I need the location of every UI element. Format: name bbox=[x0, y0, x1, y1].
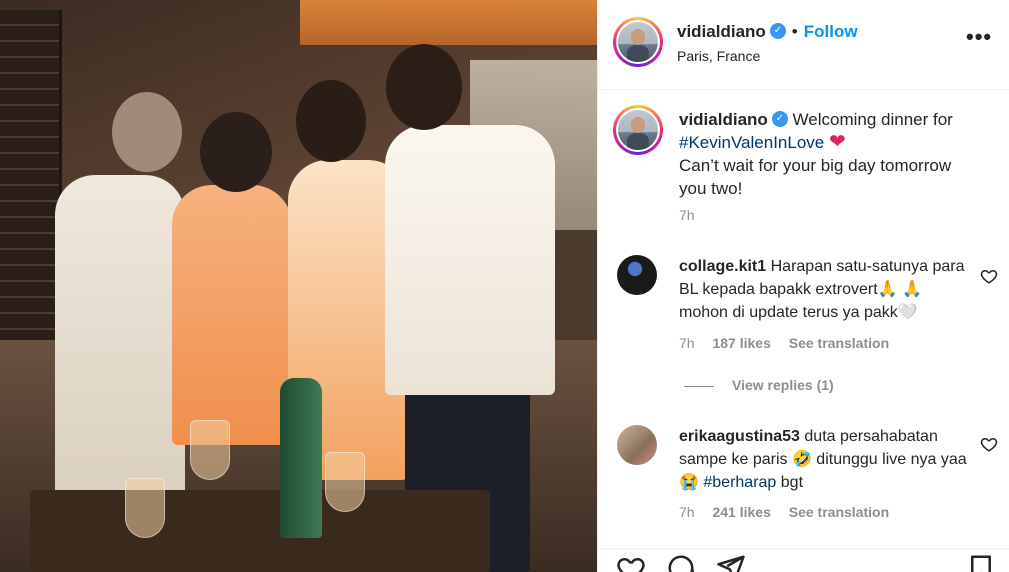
comment-time: 7h bbox=[679, 335, 695, 351]
caption-avatar[interactable] bbox=[613, 105, 663, 155]
comment-avatar[interactable] bbox=[617, 425, 657, 465]
replies-divider bbox=[684, 385, 714, 387]
view-replies-label: View replies (1) bbox=[732, 377, 834, 393]
photo-table bbox=[30, 490, 490, 572]
photo-glass bbox=[190, 420, 230, 480]
photo-head-4 bbox=[386, 44, 462, 130]
photo-ceiling-light bbox=[300, 0, 597, 45]
photo-head-2 bbox=[200, 112, 272, 192]
verified-badge-icon: ✓ bbox=[771, 110, 788, 127]
comment-username[interactable]: collage.kit1 bbox=[679, 258, 766, 275]
author-avatar[interactable] bbox=[613, 17, 663, 67]
comment-text-line-2: bgt bbox=[780, 474, 804, 491]
photo-person-1 bbox=[55, 175, 185, 535]
caption-text: vidialdiano ✓ Welcoming dinner for #Kevin… bbox=[679, 108, 979, 200]
comment-hashtag[interactable]: #berharap bbox=[703, 474, 776, 491]
post-location[interactable]: Paris, France bbox=[677, 48, 760, 64]
see-translation-link[interactable]: See translation bbox=[789, 335, 889, 351]
follow-button[interactable]: Follow bbox=[804, 22, 858, 41]
comment-username[interactable]: erikaagustina53 bbox=[679, 428, 800, 445]
photo-glass bbox=[125, 478, 165, 538]
photo-glass bbox=[325, 452, 365, 512]
view-replies-button[interactable]: View replies (1) bbox=[684, 377, 834, 393]
photo-bottle bbox=[280, 378, 322, 538]
photo-head-1 bbox=[112, 92, 182, 172]
heart-icon[interactable] bbox=[980, 435, 998, 453]
comment-text: erikaagustina53 duta persahabatan sampe … bbox=[679, 425, 971, 494]
comment-icon[interactable] bbox=[666, 553, 696, 572]
post-photo[interactable] bbox=[0, 0, 597, 572]
author-username[interactable]: vidialdiano bbox=[677, 22, 766, 41]
comment-meta: 7h 187 likes See translation bbox=[679, 335, 903, 351]
post-action-bar bbox=[598, 548, 1009, 572]
heart-icon[interactable] bbox=[980, 267, 998, 285]
separator-dot: • bbox=[791, 22, 798, 41]
more-options-icon[interactable]: ••• bbox=[966, 24, 992, 50]
post-header: vidialdiano ✓ • Follow Paris, France ••• bbox=[598, 0, 1009, 90]
bookmark-icon[interactable] bbox=[966, 553, 996, 572]
comment-likes[interactable]: 187 likes bbox=[712, 335, 770, 351]
caption-username[interactable]: vidialdiano bbox=[679, 110, 768, 129]
caption-text-after: Can’t wait for your big day tomorrow you… bbox=[679, 156, 952, 198]
caption-hashtag[interactable]: #KevinValenInLove bbox=[679, 133, 824, 152]
caption-text-before: Welcoming dinner for bbox=[792, 110, 953, 129]
photo-wine-shelf bbox=[0, 10, 62, 370]
photo-head-3 bbox=[296, 80, 366, 162]
comment-time: 7h bbox=[679, 504, 695, 520]
comment-meta: 7h 241 likes See translation bbox=[679, 504, 903, 520]
comment-text: collage.kit1 Harapan satu-satunya para B… bbox=[679, 255, 971, 324]
photo-person-4 bbox=[385, 125, 555, 395]
author-row: vidialdiano ✓ • Follow bbox=[677, 22, 858, 42]
comment-avatar[interactable] bbox=[617, 255, 657, 295]
share-icon[interactable] bbox=[716, 553, 746, 572]
post-side-panel: vidialdiano ✓ • Follow Paris, France ••• vi… bbox=[597, 0, 1009, 572]
photo-person-2 bbox=[172, 185, 292, 445]
see-translation-link[interactable]: See translation bbox=[789, 504, 889, 520]
heart-icon[interactable] bbox=[616, 553, 646, 572]
verified-badge-icon: ✓ bbox=[769, 22, 786, 39]
caption-time: 7h bbox=[679, 207, 695, 223]
comment-likes[interactable]: 241 likes bbox=[712, 504, 770, 520]
caption-heart-emoji: ❤ bbox=[828, 131, 846, 153]
